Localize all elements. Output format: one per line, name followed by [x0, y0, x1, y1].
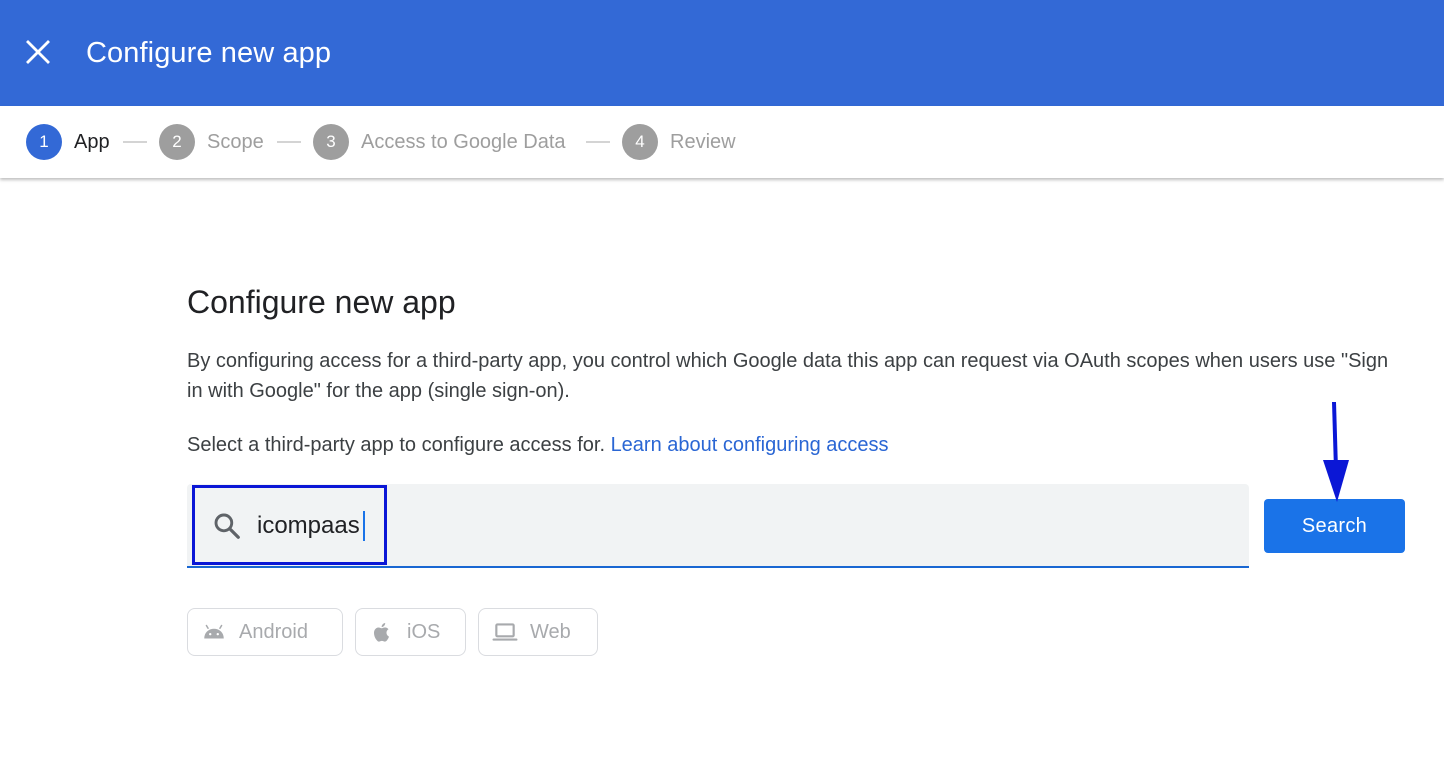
step-number: 1	[26, 124, 62, 160]
step-number: 2	[159, 124, 195, 160]
search-input[interactable]	[257, 504, 1157, 548]
dialog-title: Configure new app	[86, 37, 332, 69]
step-number: 4	[622, 124, 658, 160]
step-number: 3	[313, 124, 349, 160]
page-title: Configure new app	[187, 284, 456, 320]
step-label: Review	[670, 130, 736, 153]
step-label: Scope	[207, 130, 264, 153]
close-icon	[26, 40, 50, 64]
description-text: By configuring access for a third-party …	[187, 350, 1389, 402]
step-scope[interactable]: 2 Scope	[159, 124, 264, 160]
step-divider	[123, 141, 147, 143]
step-divider	[277, 141, 301, 143]
platform-chip-ios[interactable]: iOS	[355, 608, 466, 656]
app-search-field[interactable]	[187, 484, 1249, 568]
android-icon	[201, 619, 227, 645]
step-divider	[586, 141, 610, 143]
select-prompt-line: Select a third-party app to configure ac…	[187, 430, 889, 460]
apple-icon	[369, 619, 395, 645]
annotation-arrow-icon	[1323, 401, 1349, 502]
step-access-to-google-data[interactable]: 3 Access to Google Data	[313, 124, 566, 160]
step-label: Access to Google Data	[361, 130, 566, 153]
step-app[interactable]: 1 App	[26, 124, 110, 160]
learn-more-link[interactable]: Learn about configuring access	[611, 434, 889, 456]
step-label: App	[74, 130, 110, 153]
chip-label: iOS	[407, 620, 441, 643]
chip-label: Android	[239, 620, 308, 643]
platform-chip-web[interactable]: Web	[478, 608, 598, 656]
annotation-highlight-box	[192, 485, 387, 565]
top-app-bar: Configure new app	[0, 0, 1444, 106]
close-button[interactable]	[20, 34, 56, 70]
laptop-icon	[492, 619, 518, 645]
search-button[interactable]: Search	[1264, 499, 1405, 553]
chip-label: Web	[530, 620, 571, 643]
platform-chip-android[interactable]: Android	[187, 608, 343, 656]
step-review[interactable]: 4 Review	[622, 124, 736, 160]
select-prompt: Select a third-party app to configure ac…	[187, 434, 605, 456]
stepper: 1 App 2 Scope 3 Access to Google Data 4 …	[0, 106, 1444, 178]
